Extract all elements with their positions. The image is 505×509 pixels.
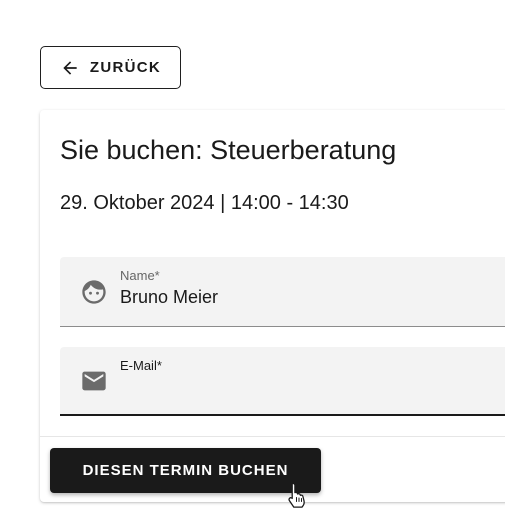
card-divider [40, 436, 505, 437]
booking-page: ZURÜCK Sie buchen: Steuerberatung 29. Ok… [0, 0, 505, 509]
booking-card: Sie buchen: Steuerberatung 29. Oktober 2… [40, 110, 505, 502]
book-appointment-button[interactable]: DIESEN TERMIN BUCHEN [50, 448, 321, 493]
back-button[interactable]: ZURÜCK [40, 46, 181, 89]
hand-pointer-cursor-icon [288, 482, 305, 508]
email-field[interactable]: E-Mail* [60, 347, 505, 416]
arrow-left-icon [60, 58, 80, 78]
face-icon [80, 278, 108, 306]
name-field-value[interactable]: Bruno Meier [120, 287, 218, 308]
mail-icon [80, 367, 108, 395]
booking-date-time: 29. Oktober 2024 | 14:00 - 14:30 [60, 192, 349, 214]
booking-title: Sie buchen: Steuerberatung [60, 135, 397, 165]
name-field-label: Name* [120, 268, 160, 283]
email-field-label: E-Mail* [120, 358, 162, 373]
name-field[interactable]: Name* Bruno Meier [60, 257, 505, 327]
back-button-label: ZURÜCK [89, 59, 162, 76]
